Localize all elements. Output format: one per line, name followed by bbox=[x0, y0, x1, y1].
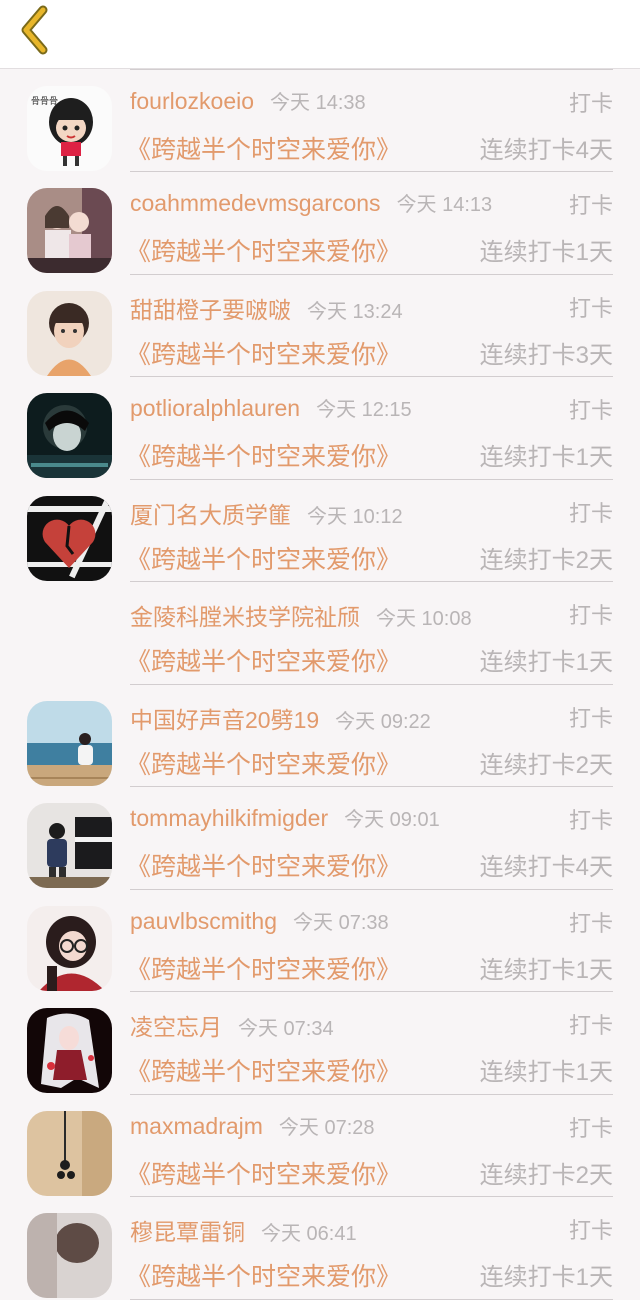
streak-count: 连续打卡1天 bbox=[479, 1059, 613, 1086]
avatar[interactable] bbox=[27, 495, 112, 581]
checkin-label: 打卡 bbox=[568, 500, 613, 526]
checkin-time: 今天 12:15 bbox=[316, 399, 412, 421]
checkin-time: 今天 07:38 bbox=[293, 911, 389, 934]
checkin-time: 今天 13:24 bbox=[307, 300, 403, 323]
user-name: 厦门名大质学篚 今天 10:12 bbox=[130, 501, 403, 528]
book-title[interactable]: 《跨越半个时空来爱你》 bbox=[126, 745, 401, 781]
avatar[interactable] bbox=[27, 905, 112, 991]
list-item[interactable]: maxmadrajm 今天 07:28 打卡《跨越半个时空来爱你》 连续打卡2天 bbox=[0, 1095, 640, 1197]
avatar[interactable] bbox=[27, 393, 112, 478]
book-title[interactable]: 《跨越半个时空来爱你》 bbox=[126, 847, 401, 883]
chevron-left-icon bbox=[17, 5, 51, 60]
avatar[interactable] bbox=[27, 803, 112, 888]
streak-count: 连续打卡2天 bbox=[479, 751, 613, 779]
list-item[interactable]: 厦门名大质学篚 今天 10:12 打卡《跨越半个时空来爱你》 连续打卡2天 bbox=[0, 480, 640, 582]
streak-count: 连续打卡2天 bbox=[479, 1161, 613, 1189]
streak-count: 连续打卡4天 bbox=[479, 136, 613, 164]
streak-count: 连续打卡1天 bbox=[479, 444, 613, 471]
checkin-time: 今天 06:41 bbox=[261, 1223, 357, 1245]
avatar[interactable]: 骨骨骨 bbox=[27, 85, 112, 171]
list-item[interactable]: 金陵科膛米技学院祉颀 今天 10:08 打卡《跨越半个时空来爱你》 连续打卡1天 bbox=[0, 582, 640, 685]
avatar[interactable] bbox=[27, 290, 112, 376]
divider bbox=[130, 1298, 613, 1300]
book-title[interactable]: 《跨越半个时空来爱你》 bbox=[126, 130, 401, 166]
list-item[interactable]: coahmmedevmsgarcons 今天 14:13 打卡《跨越半个时空来爱你》… bbox=[0, 172, 640, 275]
svg-text:骨骨骨: 骨骨骨 bbox=[31, 96, 58, 106]
user-name: 金陵科膛米技学院祉颀 今天 10:08 bbox=[130, 604, 472, 630]
user-name: 穆昆覃雷铜 今天 06:41 bbox=[130, 1219, 357, 1245]
user-name: potlioralphlauren 今天 12:15 bbox=[130, 395, 412, 421]
streak-count: 连续打卡1天 bbox=[479, 956, 613, 984]
book-title[interactable]: 《跨越半个时空来爱你》 bbox=[126, 1155, 401, 1191]
checkin-label: 打卡 bbox=[568, 603, 613, 628]
user-name: maxmadrajm 今天 07:28 bbox=[130, 1112, 375, 1139]
streak-count: 连续打卡2天 bbox=[479, 546, 613, 574]
checkin-time: 今天 14:13 bbox=[396, 194, 493, 216]
checkin-time: 今天 07:28 bbox=[278, 1116, 375, 1139]
list-item[interactable]: 骨骨骨 fourlozkoeio 今天 14:38 打卡《跨越半个时空来爱你》 连续打卡… bbox=[0, 70, 640, 172]
book-title[interactable]: 《跨越半个时空来爱你》 bbox=[126, 642, 401, 678]
user-name: 甜甜橙子要啵啵 今天 13:24 bbox=[130, 296, 403, 323]
checkin-time: 今天 10:08 bbox=[376, 608, 472, 630]
user-name: tommayhilkifmigder 今天 09:01 bbox=[130, 805, 440, 831]
streak-count: 连续打卡1天 bbox=[479, 1264, 613, 1291]
book-title[interactable]: 《跨越半个时空来爱你》 bbox=[126, 1052, 401, 1088]
list-item[interactable]: tommayhilkifmigder 今天 09:01 打卡《跨越半个时空来爱你》 连… bbox=[0, 787, 640, 890]
checkin-label: 打卡 bbox=[568, 1013, 613, 1038]
checkin-time: 今天 09:22 bbox=[335, 710, 431, 733]
list-item[interactable]: potlioralphlauren 今天 12:15 打卡《跨越半个时空来爱你》 连续… bbox=[0, 377, 640, 480]
checkin-label: 打卡 bbox=[568, 1218, 613, 1243]
streak-count: 连续打卡1天 bbox=[479, 239, 613, 266]
book-title[interactable]: 《跨越半个时空来爱你》 bbox=[126, 437, 401, 473]
avatar[interactable] bbox=[27, 188, 112, 273]
list-item[interactable]: 甜甜橙子要啵啵 今天 13:24 打卡《跨越半个时空来爱你》 连续打卡3天 bbox=[0, 275, 640, 377]
book-title[interactable]: 《跨越半个时空来爱你》 bbox=[126, 950, 401, 986]
checkin-time: 今天 07:34 bbox=[238, 1018, 334, 1040]
checkin-label: 打卡 bbox=[568, 295, 613, 321]
checkin-label: 打卡 bbox=[568, 398, 613, 423]
user-name: coahmmedevmsgarcons 今天 14:13 bbox=[130, 190, 493, 216]
checkin-label: 打卡 bbox=[568, 193, 613, 218]
user-name: pauvlbscmithg 今天 07:38 bbox=[130, 907, 389, 934]
list-item[interactable]: 中国好声音20劈19 今天 09:22 打卡《跨越半个时空来爱你》 连续打卡2天 bbox=[0, 685, 640, 787]
list-item[interactable]: 凌空忘月 今天 07:34 打卡《跨越半个时空来爱你》 连续打卡1天 bbox=[0, 992, 640, 1095]
book-title[interactable]: 《跨越半个时空来爱你》 bbox=[126, 232, 401, 268]
checkin-time: 今天 09:01 bbox=[344, 809, 440, 831]
checkin-label: 打卡 bbox=[568, 705, 613, 731]
user-name: 凌空忘月 今天 07:34 bbox=[130, 1014, 334, 1040]
top-bar bbox=[0, 0, 640, 69]
user-name: 中国好声音20劈19 今天 09:22 bbox=[130, 706, 431, 733]
streak-count: 连续打卡1天 bbox=[479, 649, 613, 676]
checkin-label: 打卡 bbox=[568, 90, 613, 116]
avatar[interactable] bbox=[27, 1110, 112, 1196]
checkin-time: 今天 14:38 bbox=[270, 91, 366, 114]
checkin-label: 打卡 bbox=[568, 1115, 613, 1141]
book-title[interactable]: 《跨越半个时空来爱你》 bbox=[126, 540, 401, 576]
streak-count: 连续打卡4天 bbox=[479, 854, 613, 881]
checkin-list: 骨骨骨 fourlozkoeio 今天 14:38 打卡 《跨越半个时空来爱你》 连续打卡… bbox=[0, 0, 640, 1300]
back-button[interactable] bbox=[12, 5, 56, 60]
checkin-label: 打卡 bbox=[568, 910, 613, 936]
avatar[interactable] bbox=[27, 1008, 112, 1093]
book-title[interactable]: 《跨越半个时空来爱你》 bbox=[126, 1257, 401, 1293]
checkin-label: 打卡 bbox=[568, 808, 613, 833]
avatar[interactable] bbox=[27, 700, 112, 786]
list-item[interactable]: pauvlbscmithg 今天 07:38 打卡《跨越半个时空来爱你》 连续打卡1天 bbox=[0, 890, 640, 992]
list-item[interactable]: 穆昆覃雷铜 今天 06:41 打卡《跨越半个时空来爱你》 连续打卡1天 bbox=[0, 1197, 640, 1300]
avatar[interactable] bbox=[27, 1213, 112, 1298]
streak-count: 连续打卡3天 bbox=[479, 341, 613, 369]
book-title[interactable]: 《跨越半个时空来爱你》 bbox=[126, 335, 401, 371]
user-name: fourlozkoeio 今天 14:38 bbox=[130, 87, 366, 114]
checkin-time: 今天 10:12 bbox=[307, 505, 403, 528]
